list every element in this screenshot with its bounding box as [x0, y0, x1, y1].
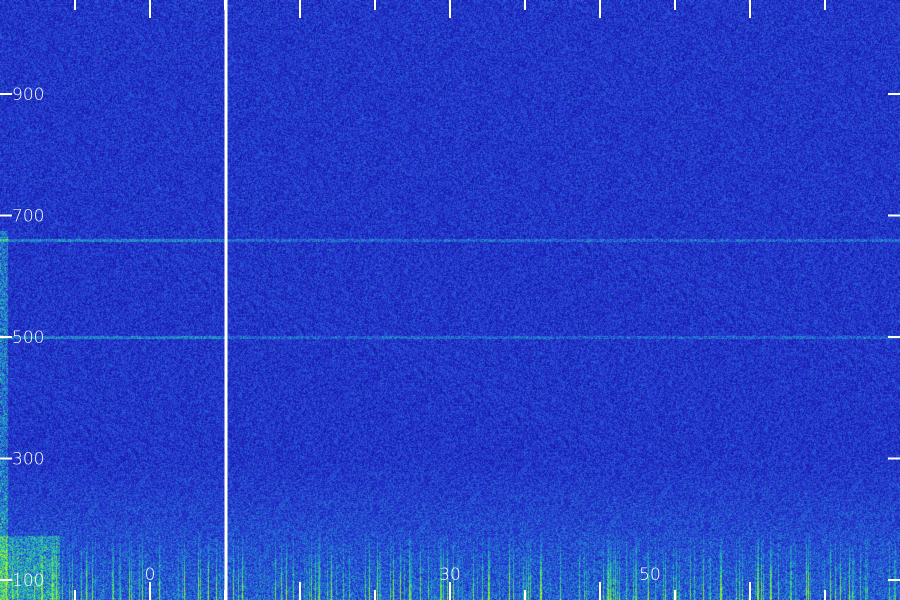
y-tick-label: 100: [12, 571, 44, 591]
top-axis-ticks: [74, 0, 826, 600]
x-tick-label: 50: [639, 565, 661, 585]
axes-overlay: 900 700 500 300 100 0 30 50: [0, 0, 900, 600]
y-tick-label: 300: [12, 450, 44, 470]
y-tick-label: 500: [12, 328, 44, 348]
y-tick-label: 700: [12, 207, 44, 227]
x-axis: 0 30 50: [145, 565, 661, 585]
y-tick-label: 900: [12, 85, 44, 105]
y-axis: 900 700 500 300 100: [0, 85, 900, 591]
spectrogram-plot: 900 700 500 300 100 0 30 50: [0, 0, 900, 600]
